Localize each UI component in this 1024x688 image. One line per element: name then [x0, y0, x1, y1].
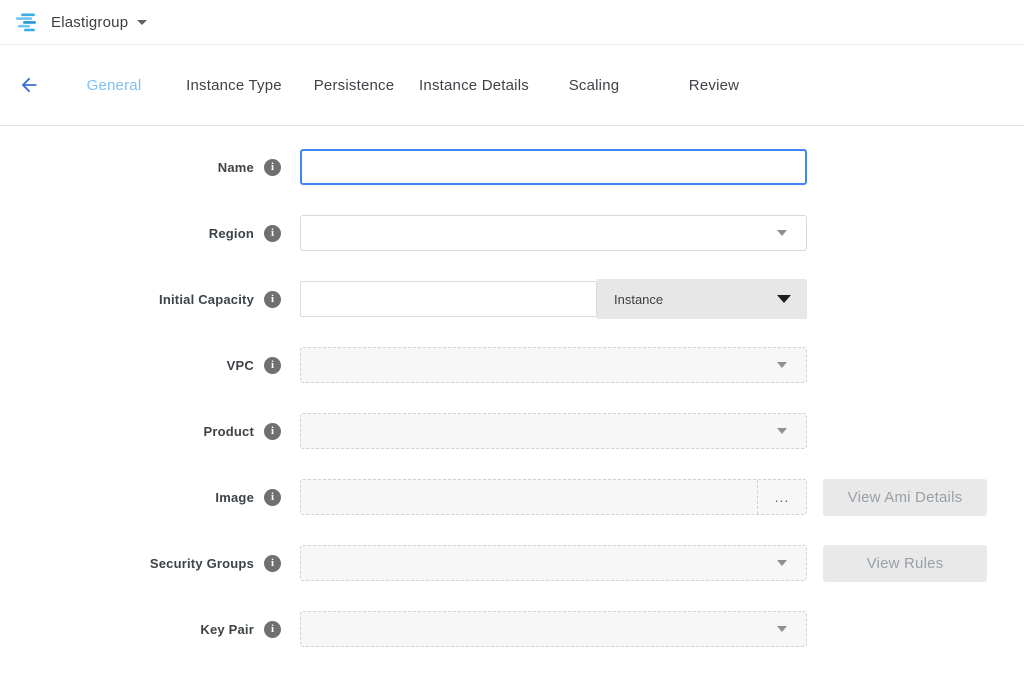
- product-label: Product: [203, 424, 254, 439]
- region-info-icon[interactable]: i: [264, 225, 281, 242]
- capacity-unit-value: Instance: [614, 292, 663, 307]
- security-groups-select[interactable]: [300, 545, 807, 581]
- arrow-left-icon: [18, 74, 40, 96]
- region-label: Region: [209, 226, 254, 241]
- key-pair-select[interactable]: [300, 611, 807, 647]
- initial-capacity-label: Initial Capacity: [159, 292, 254, 307]
- form-row-product: Product i: [0, 413, 1024, 449]
- form-row-initial-capacity: Initial Capacity i Instance: [0, 281, 1024, 317]
- chevron-down-icon: [777, 428, 787, 434]
- vpc-info-icon[interactable]: i: [264, 357, 281, 374]
- security-groups-label: Security Groups: [150, 556, 254, 571]
- region-select[interactable]: [300, 215, 807, 251]
- image-input[interactable]: ...: [300, 479, 807, 515]
- tab-scaling[interactable]: Scaling: [534, 77, 654, 94]
- elastigroup-logo-icon: [15, 10, 41, 34]
- chevron-down-icon: [777, 295, 791, 303]
- elastigroup-create-page: Elastigroup General Instance Type Persis…: [0, 0, 1024, 688]
- image-browse-button[interactable]: ...: [757, 480, 806, 514]
- name-input[interactable]: [300, 149, 807, 185]
- chevron-down-icon: [777, 626, 787, 632]
- image-label: Image: [215, 490, 254, 505]
- form-row-security-groups: Security Groups i View Rules: [0, 545, 1024, 581]
- view-ami-details-button[interactable]: View Ami Details: [823, 479, 987, 516]
- form-row-vpc: VPC i: [0, 347, 1024, 383]
- initial-capacity-input[interactable]: [300, 281, 597, 317]
- tab-instance-details[interactable]: Instance Details: [414, 77, 534, 94]
- form-row-key-pair: Key Pair i: [0, 611, 1024, 647]
- initial-capacity-info-icon[interactable]: i: [264, 291, 281, 308]
- tab-review[interactable]: Review: [654, 77, 774, 94]
- image-info-icon[interactable]: i: [264, 489, 281, 506]
- vpc-select[interactable]: [300, 347, 807, 383]
- capacity-unit-select[interactable]: Instance: [597, 279, 807, 319]
- chevron-down-icon: [777, 230, 787, 236]
- form-row-region: Region i: [0, 215, 1024, 251]
- wizard-tab-bar: General Instance Type Persistence Instan…: [0, 45, 1024, 126]
- name-label: Name: [218, 160, 254, 175]
- key-pair-info-icon[interactable]: i: [264, 621, 281, 638]
- chevron-down-icon: [137, 20, 147, 25]
- security-groups-info-icon[interactable]: i: [264, 555, 281, 572]
- name-info-icon[interactable]: i: [264, 159, 281, 176]
- back-button[interactable]: [16, 72, 42, 98]
- form-row-image: Image i ... View Ami Details: [0, 479, 1024, 515]
- key-pair-label: Key Pair: [200, 622, 254, 637]
- tab-general[interactable]: General: [54, 77, 174, 94]
- tab-persistence[interactable]: Persistence: [294, 77, 414, 94]
- product-select[interactable]: [300, 413, 807, 449]
- product-switcher[interactable]: Elastigroup: [15, 10, 147, 34]
- chevron-down-icon: [777, 362, 787, 368]
- form-row-name: Name i: [0, 149, 1024, 185]
- wizard-tabs: General Instance Type Persistence Instan…: [54, 77, 774, 94]
- chevron-down-icon: [777, 560, 787, 566]
- top-bar: Elastigroup: [0, 0, 1024, 45]
- view-rules-button[interactable]: View Rules: [823, 545, 987, 582]
- tab-instance-type[interactable]: Instance Type: [174, 77, 294, 94]
- product-info-icon[interactable]: i: [264, 423, 281, 440]
- vpc-label: VPC: [227, 358, 254, 373]
- general-settings-form: Name i Region i Initial Capacity i: [0, 126, 1024, 647]
- product-name: Elastigroup: [51, 14, 128, 31]
